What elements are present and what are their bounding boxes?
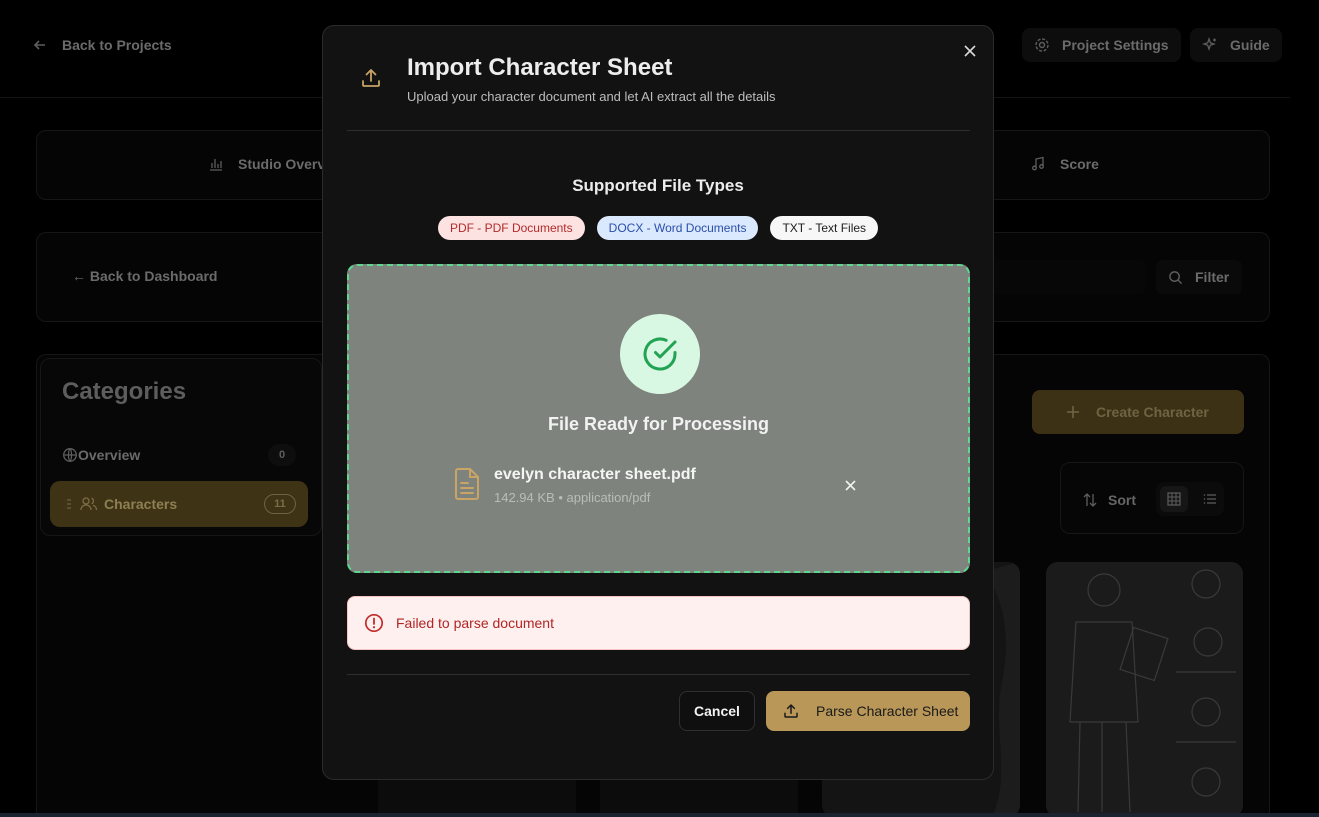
tab-studio-overview[interactable]: Studio Overv xyxy=(208,156,325,172)
category-characters[interactable]: Characters 11 xyxy=(64,490,296,518)
project-settings-label: Project Settings xyxy=(1062,37,1169,53)
character-sketch-image xyxy=(1046,562,1243,817)
file-text-icon xyxy=(455,468,479,500)
file-dropzone[interactable]: File Ready for Processing evelyn charact… xyxy=(347,264,970,573)
drag-handle-icon xyxy=(67,499,71,509)
txt-badge: TXT - Text Files xyxy=(770,216,879,240)
sort-button[interactable]: Sort xyxy=(1072,484,1144,516)
parse-character-sheet-label: Parse Character Sheet xyxy=(816,703,959,719)
sort-arrows-icon xyxy=(1083,493,1097,507)
file-meta: 142.94 KB • application/pdf xyxy=(494,490,651,505)
music-note-icon xyxy=(1032,156,1044,171)
create-character-label: Create Character xyxy=(1096,404,1209,420)
docx-badge: DOCX - Word Documents xyxy=(596,216,759,240)
filter-label: Filter xyxy=(1195,269,1230,285)
divider xyxy=(347,674,970,675)
list-view-icon[interactable] xyxy=(1196,486,1224,512)
create-character-button[interactable]: Create Character xyxy=(1032,390,1244,434)
error-alert: Failed to parse document xyxy=(347,596,970,650)
category-overview-label: Overview xyxy=(78,447,141,463)
alert-circle-icon xyxy=(364,613,384,633)
check-circle-icon xyxy=(643,337,677,371)
divider xyxy=(347,130,970,131)
upload-status: File Ready for Processing xyxy=(547,414,770,434)
gear-icon xyxy=(1035,38,1049,52)
plus-icon xyxy=(1067,406,1079,418)
search-icon xyxy=(1169,270,1183,284)
category-characters-label: Characters xyxy=(104,496,178,512)
character-card[interactable] xyxy=(1046,562,1243,817)
sparkles-icon xyxy=(1202,37,1216,51)
guide-label: Guide xyxy=(1230,37,1270,53)
supported-file-types-title: Supported File Types xyxy=(572,176,744,195)
users-icon xyxy=(80,497,98,511)
category-overview[interactable]: Overview 0 xyxy=(62,440,296,470)
sort-label: Sort xyxy=(1108,492,1136,508)
remove-file-button[interactable] xyxy=(839,474,861,496)
character-card[interactable] xyxy=(378,780,576,817)
back-to-dashboard-link[interactable]: ← Back to Dashboard xyxy=(72,268,217,284)
search-input[interactable] xyxy=(990,260,1145,294)
success-badge xyxy=(620,314,700,394)
cancel-button[interactable]: Cancel xyxy=(679,691,755,731)
grid-view-icon[interactable] xyxy=(1160,486,1188,512)
error-message: Failed to parse document xyxy=(396,615,554,631)
dialog-subtitle: Upload your character document and let A… xyxy=(407,89,776,104)
dialog-title: Import Character Sheet xyxy=(407,54,673,81)
bar-chart-icon xyxy=(210,159,222,171)
file-name: evelyn character sheet.pdf xyxy=(494,466,696,483)
filter-button[interactable]: Filter xyxy=(1156,260,1242,294)
project-settings-button[interactable]: Project Settings xyxy=(1022,28,1181,62)
category-overview-count: 0 xyxy=(268,444,296,466)
bottom-bar xyxy=(0,813,1319,817)
pdf-badge: PDF - PDF Documents xyxy=(437,216,585,240)
tab-score[interactable]: Score xyxy=(1030,156,1099,172)
tab-studio-overview-label: Studio Overv xyxy=(238,156,326,172)
parse-character-sheet-button[interactable]: Parse Character Sheet xyxy=(766,691,970,731)
close-icon xyxy=(964,45,976,57)
globe-icon xyxy=(63,448,77,462)
upload-icon xyxy=(362,69,380,87)
file-type-badges: PDF - PDF Documents DOCX - Word Document… xyxy=(323,216,993,240)
back-to-projects-label: Back to Projects xyxy=(62,37,172,53)
categories-title: Categories xyxy=(62,378,187,405)
category-characters-count: 11 xyxy=(264,494,296,514)
back-to-projects-link[interactable]: Back to Projects xyxy=(32,30,172,60)
close-icon xyxy=(844,479,856,491)
character-card[interactable] xyxy=(600,780,798,817)
arrow-left-icon xyxy=(33,40,45,50)
import-character-sheet-dialog: Import Character Sheet Upload your chara… xyxy=(322,25,994,780)
tab-score-label: Score xyxy=(1060,156,1099,172)
close-button[interactable] xyxy=(959,40,981,62)
upload-icon xyxy=(784,704,798,718)
view-toggle xyxy=(1156,482,1224,516)
guide-button[interactable]: Guide xyxy=(1190,28,1282,62)
